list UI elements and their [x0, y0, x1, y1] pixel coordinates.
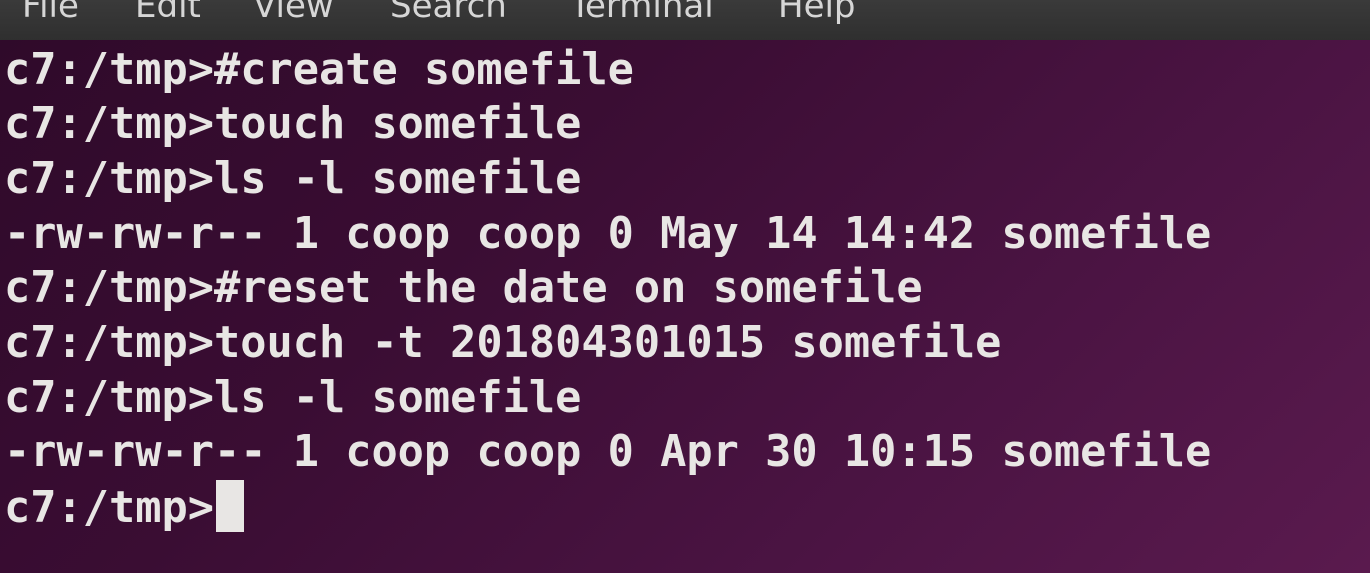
terminal-line: c7:/tmp>touch -t 201804301015 somefile [4, 318, 1002, 368]
menu-search[interactable]: Search [390, 0, 507, 26]
menu-edit[interactable]: Edit [135, 0, 201, 26]
terminal-line: c7:/tmp>#create somefile [4, 45, 634, 95]
terminal-output-line: -rw-rw-r-- 1 coop coop 0 May 14 14:42 so… [4, 209, 1212, 259]
terminal-line: c7:/tmp>ls -l somefile [4, 373, 582, 423]
terminal-line: c7:/tmp>ls -l somefile [4, 154, 582, 204]
terminal-prompt-line[interactable]: c7:/tmp> [4, 480, 244, 534]
menu-view[interactable]: View [253, 0, 334, 26]
menubar: File Edit View Search Terminal Help [0, 0, 1370, 40]
terminal-line: c7:/tmp>touch somefile [4, 99, 582, 149]
terminal-output-line: -rw-rw-r-- 1 coop coop 0 Apr 30 10:15 so… [4, 427, 1212, 477]
terminal-line: c7:/tmp>#reset the date on somefile [4, 263, 923, 313]
menu-file[interactable]: File [22, 0, 79, 26]
prompt: c7:/tmp> [4, 483, 214, 533]
menu-help[interactable]: Help [778, 0, 856, 26]
text-cursor [215, 480, 244, 532]
terminal-area[interactable]: c7:/tmp>#create somefile c7:/tmp>touch s… [0, 40, 1370, 573]
menu-terminal[interactable]: Terminal [570, 0, 714, 26]
